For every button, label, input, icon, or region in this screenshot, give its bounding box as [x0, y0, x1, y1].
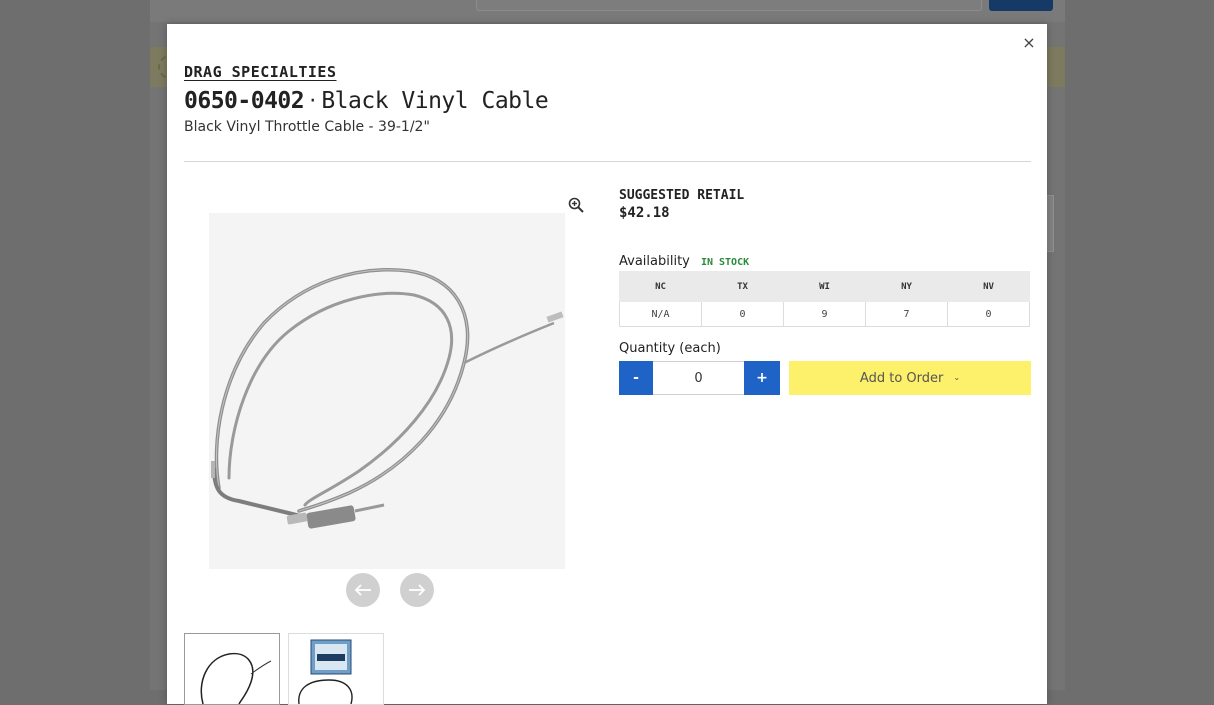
quantity-input[interactable]: [653, 361, 744, 395]
thumbnail-cable[interactable]: [184, 633, 280, 705]
availability-label: Availability: [619, 254, 690, 269]
stock-status-badge: IN STOCK: [700, 257, 750, 268]
background-search-input: [476, 0, 982, 11]
warehouse-qty: 9: [783, 301, 866, 327]
warehouse-code: NC: [619, 271, 702, 302]
part-number: 0650-0402: [184, 88, 305, 114]
background-search-button: [989, 0, 1053, 11]
warehouse-qty: 0: [701, 301, 784, 327]
zoom-in-icon[interactable]: [568, 197, 584, 213]
arrow-right-icon: [409, 584, 426, 596]
chevron-down-icon: ⌄: [953, 372, 961, 382]
quantity-decrease-button[interactable]: -: [619, 361, 653, 395]
warehouse-code: WI: [783, 271, 866, 302]
warehouse-stock-table: NC TX WI NY NV N/A 0 9 7 0: [619, 271, 1030, 327]
next-image-button[interactable]: [400, 573, 434, 607]
background-side-panel: [1046, 195, 1054, 252]
add-to-order-button[interactable]: Add to Order ⌄: [789, 361, 1031, 395]
warehouse-header-row: NC TX WI NY NV: [619, 271, 1030, 302]
availability-row: Availability IN STOCK: [619, 250, 749, 269]
close-icon[interactable]: ×: [1022, 33, 1036, 53]
quantity-increase-button[interactable]: +: [744, 361, 780, 395]
warehouse-code: TX: [701, 271, 784, 302]
packaging-thumbnail-image: [298, 639, 353, 704]
brand-link[interactable]: DRAG SPECIALTIES: [184, 63, 337, 81]
product-image: [209, 213, 565, 569]
cable-thumbnail-image: [200, 652, 272, 704]
suggested-retail-label: SUGGESTED RETAIL: [619, 188, 745, 203]
warehouse-qty: 7: [865, 301, 948, 327]
warehouse-code: NY: [865, 271, 948, 302]
product-modal: × DRAG SPECIALTIES 0650-0402 · Black Vin…: [167, 24, 1047, 705]
part-name: Black Vinyl Cable: [321, 88, 549, 114]
arrow-left-icon: [354, 584, 371, 596]
warehouse-code: NV: [947, 271, 1030, 302]
thumbnail-packaging[interactable]: [288, 633, 384, 705]
previous-image-button[interactable]: [346, 573, 380, 607]
quantity-label: Quantity (each): [619, 341, 721, 356]
warehouse-qty-row: N/A 0 9 7 0: [619, 301, 1030, 327]
divider: [184, 161, 1031, 162]
add-to-order-label: Add to Order: [859, 370, 944, 386]
product-title: 0650-0402 · Black Vinyl Cable: [184, 88, 549, 114]
warehouse-qty: 0: [947, 301, 1030, 327]
suggested-retail-price: $42.18: [619, 205, 670, 221]
product-description: Black Vinyl Throttle Cable - 39-1/2": [184, 119, 430, 135]
title-separator: ·: [309, 89, 317, 114]
warehouse-qty: N/A: [619, 301, 702, 327]
